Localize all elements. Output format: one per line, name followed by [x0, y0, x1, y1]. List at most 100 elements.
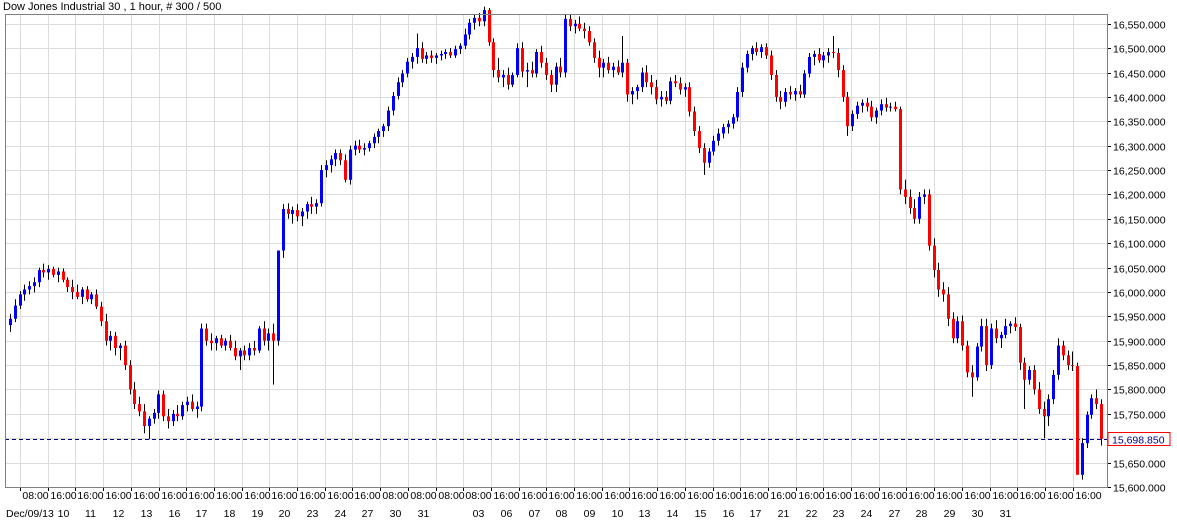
candle-body [215, 338, 218, 344]
candle-down [1076, 362, 1079, 475]
candle-down [105, 313, 108, 346]
candle-body [631, 91, 634, 95]
x-tick-date: 20 [279, 508, 291, 520]
candle-body [181, 405, 184, 417]
candle-up [119, 343, 122, 361]
candle-down [909, 189, 912, 214]
candle-body [66, 279, 69, 288]
candle-down [243, 345, 246, 361]
candle-up [258, 326, 261, 353]
x-tick-time: 16:00 [50, 490, 76, 502]
candle-down [846, 92, 849, 136]
candle-up [483, 6, 486, 27]
y-tick-label: 16,300.000 [1113, 142, 1166, 154]
candle-down [339, 149, 342, 166]
candle-up [535, 49, 538, 78]
x-tick-date: 23 [833, 508, 845, 520]
candle-body [392, 95, 395, 111]
x-tick-time: 16:00 [327, 490, 353, 502]
candle-body [545, 62, 548, 75]
candle-body [229, 340, 232, 349]
candle-down [933, 238, 936, 278]
candle-up [473, 14, 476, 30]
candle-body [19, 294, 22, 306]
candle-body [334, 152, 337, 160]
candle-down [626, 58, 629, 102]
candle-up [435, 53, 438, 64]
candle-up [248, 343, 251, 361]
candle-body [827, 52, 830, 56]
candle-body [267, 333, 270, 341]
x-tick-date: 09 [584, 508, 596, 520]
candle-down [488, 8, 491, 46]
candle-down [779, 91, 782, 110]
candle-up [334, 149, 337, 167]
candle-up [416, 33, 419, 64]
candle-down [985, 318, 988, 371]
candle-up [109, 330, 112, 351]
candle-body [540, 52, 543, 63]
x-tick-time: 16:00 [659, 490, 685, 502]
candle-up [511, 72, 514, 88]
candle-up [631, 87, 634, 105]
candle-body [315, 203, 318, 207]
x-tick-date: 16 [169, 508, 181, 520]
candle-body [239, 350, 242, 357]
candlestick-chart[interactable]: 16,550.000 16,500.000 16,450.000 16,400.000… [0, 0, 1177, 523]
candle-body [578, 23, 581, 29]
candle-down [971, 365, 974, 397]
candle-down [220, 334, 223, 349]
candle-up [354, 140, 357, 156]
candle-body [904, 189, 907, 197]
x-tick-time: 16:00 [992, 490, 1018, 502]
candle-body [583, 28, 586, 32]
candle-down [162, 390, 165, 422]
candle-down [229, 334, 232, 351]
candle-body [555, 66, 558, 85]
candle-body [349, 149, 352, 180]
candle-down [287, 203, 290, 219]
candle-body [698, 131, 701, 149]
candle-down [885, 97, 888, 112]
candle-body [153, 412, 156, 419]
candle-down [818, 48, 821, 63]
candle-up [320, 165, 323, 207]
candle-body [33, 282, 36, 287]
candle-body [617, 66, 620, 73]
candle-down [593, 38, 596, 63]
x-tick-time: 16:00 [881, 490, 907, 502]
candle-body [813, 53, 816, 57]
candle-down [799, 84, 802, 98]
candle-body [1019, 327, 1022, 363]
x-tick-date: 10 [612, 508, 624, 520]
candle-body [875, 110, 878, 118]
candle-body [655, 87, 658, 100]
x-tick-date: 19 [252, 508, 264, 520]
candle-body [507, 74, 510, 85]
candle-body [669, 81, 672, 101]
candle-body [856, 105, 859, 114]
candle-body [918, 196, 921, 219]
candle-body [38, 270, 41, 283]
candle-body [923, 194, 926, 197]
candle-body [444, 52, 447, 54]
candle-up [57, 267, 60, 283]
candle-body [885, 104, 888, 108]
candle-down [559, 57, 562, 78]
candle-down [866, 97, 869, 112]
candle-down [966, 340, 969, 378]
candle-up [889, 102, 892, 112]
candle-up [368, 140, 371, 152]
candle-up [387, 106, 390, 132]
candle-up [526, 62, 529, 88]
y-tick-label: 16,550.000 [1113, 20, 1166, 32]
candle-up [564, 14, 567, 78]
candle-body [354, 145, 357, 150]
candle-body [272, 333, 275, 341]
x-tick-date: 21 [778, 508, 790, 520]
candle-body [263, 328, 266, 341]
candle-up [23, 284, 26, 301]
candle-body [1052, 374, 1055, 400]
y-tick-label: 16,150.000 [1113, 215, 1166, 227]
candle-body [86, 289, 89, 300]
